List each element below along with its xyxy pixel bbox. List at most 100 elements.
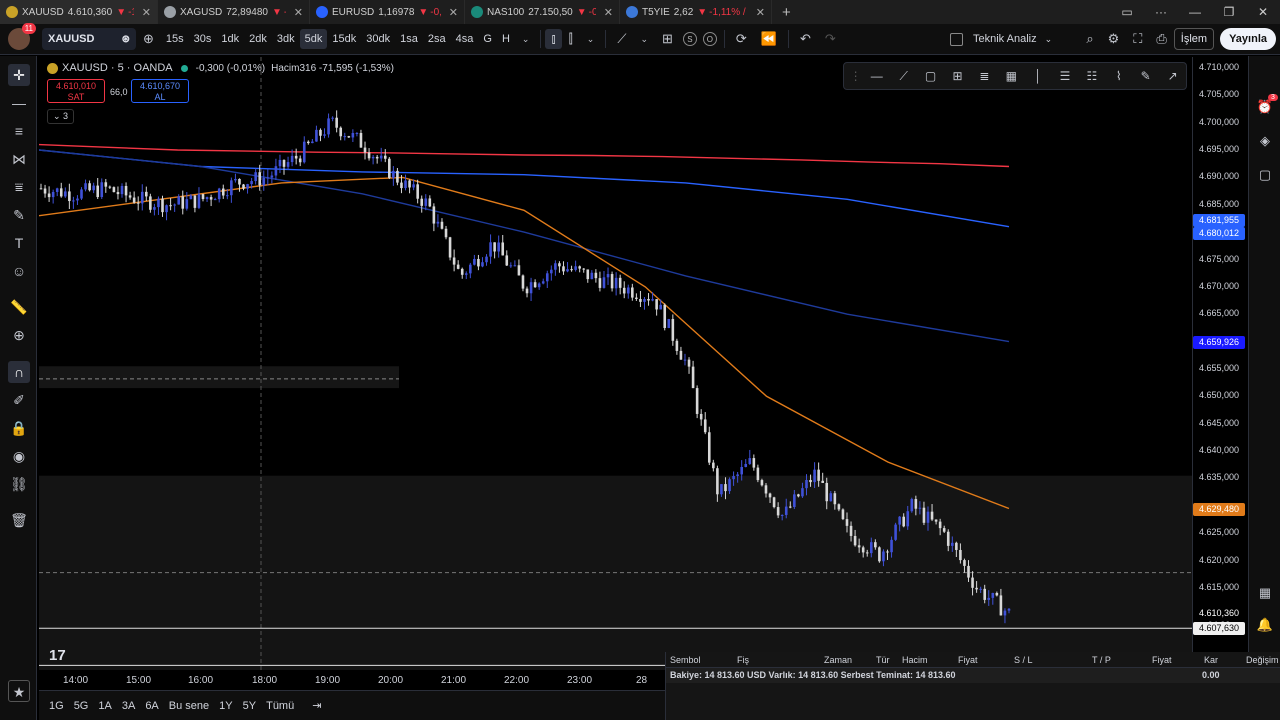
path-icon[interactable]: ⌇ [1105,69,1132,83]
chevron-down-icon[interactable]: ⌄ [633,34,655,45]
rectangle-icon[interactable]: ▢ [917,69,944,83]
browser-tab[interactable]: EURUSD1,16978▼-0,2% / ... ✕ [310,0,465,24]
interval-button[interactable]: 2dk [244,29,272,49]
tab-close-icon[interactable]: ✕ [142,6,151,19]
browser-tab[interactable]: XAUUSD4.610,360▼-1,53% ✕ [0,0,158,24]
zoom-icon[interactable]: ⊕ [8,324,30,346]
star-icon[interactable]: ★ [8,680,30,702]
search-icon[interactable]: ⌕ [1079,31,1100,47]
column-header[interactable]: Hacim [902,655,928,665]
undo-icon[interactable]: ↶ [793,31,818,47]
new-tab-button[interactable]: + [772,4,801,21]
trash-icon[interactable]: 🗑 [8,509,30,531]
text-icon[interactable]: T [8,232,30,254]
column-header[interactable]: Fiyat [958,655,978,665]
fib-icon[interactable]: ⩸ [8,176,30,198]
fib-extension-icon[interactable]: ☷ [1078,69,1105,83]
interval-button[interactable]: 1sa [395,29,423,49]
tab-close-icon[interactable]: ✕ [756,6,765,19]
browser-tab[interactable]: NAS10027.150,50▼-0,57% ✕ [465,0,620,24]
sell-button[interactable]: 4.610,010 SAT [47,79,105,103]
emoji-icon[interactable]: ☺ [8,260,30,282]
column-header[interactable]: Sembol [670,655,701,665]
alert-icon[interactable]: ⟳ [729,31,754,47]
add-symbol-icon[interactable]: ⊕ [136,31,161,47]
candle-type-icon[interactable]: ⫾ [545,29,562,49]
browser-tab[interactable]: T5YIE2,62▼-1,11% / Tekn... ✕ [620,0,772,24]
tab-close-icon[interactable]: ✕ [604,6,613,19]
layout-grid-icon[interactable]: ⊞ [655,31,680,47]
fib-retracement-icon[interactable]: ☰ [1052,69,1079,83]
grid-icon[interactable]: ▦ [998,69,1025,83]
magnet-icon[interactable]: ∩ [8,361,30,383]
range-button[interactable]: 5Y [243,700,256,712]
interval-button[interactable]: G [478,29,497,49]
interval-button[interactable]: 3dk [272,29,300,49]
column-header[interactable]: Fiyat [1152,655,1172,665]
column-header[interactable]: Tür [876,655,890,665]
fullscreen-icon[interactable]: ⛶ [1126,31,1149,47]
chart-pane[interactable]: XAUUSD · 5 · OANDA -0,300 (-0,01%) Hacim… [39,57,1192,670]
trendline-icon[interactable]: ⟋ [890,69,917,84]
avatar[interactable]: 11 [8,23,36,50]
eye-icon[interactable]: ◉ [8,445,30,467]
close-button[interactable]: ✕ [1246,5,1280,19]
chevron-down-icon[interactable]: ⌄ [580,34,602,45]
yayinla-button[interactable]: Yayınla [1220,28,1276,50]
range-button[interactable]: 6A [145,700,158,712]
column-header[interactable]: Kar [1204,655,1218,665]
range-button[interactable]: Tümü [266,700,294,712]
chevron-down-icon[interactable]: ⌄ [515,34,537,45]
crosshair-box-icon[interactable]: ⊞ [944,69,971,83]
column-header[interactable]: S / L [1014,655,1033,665]
goto-date-icon[interactable]: ⇥ [312,699,321,712]
legend-title[interactable]: XAUUSD · 5 · OANDA [62,62,173,74]
column-header[interactable]: Zaman [824,655,852,665]
panel-icon[interactable]: ▭ [1110,5,1144,19]
chevron-down-icon[interactable]: ⌄ [1045,34,1053,45]
tab-close-icon[interactable]: ✕ [294,6,303,19]
calendar-icon[interactable]: ▦ [1256,584,1274,602]
lock-icon[interactable]: 🔒 [8,417,30,439]
indicators-collapse[interactable]: ⌄ 3 [47,109,75,124]
trendline-icon[interactable]: — [8,92,30,114]
interval-button[interactable]: 15dk [327,29,361,49]
time-axis[interactable]: 14:00 15:00 16:00 18:00 19:00 20:00 21:00 22:00… [39,670,665,690]
link-icon[interactable]: ⛓ [8,473,30,495]
pattern-icon[interactable]: ⋈ [8,148,30,170]
indicators-icon[interactable]: ⟋ [610,31,633,47]
browser-tab[interactable]: XAGUSD72,89480▼-3,45% ✕ [158,0,310,24]
o-circle-icon[interactable]: O [702,32,717,46]
interval-button[interactable]: 15s [161,29,189,49]
column-header[interactable]: Fiş [737,655,749,665]
buy-button[interactable]: 4.610,670 AL [131,79,189,103]
minimize-button[interactable]: — [1178,5,1212,19]
teknik-analiz-checkbox[interactable] [950,32,963,46]
chat-icon[interactable]: ▢ [1256,166,1274,184]
tab-close-icon[interactable]: ✕ [449,6,458,19]
bell-icon[interactable]: 🔔 [1256,616,1274,634]
symbol-search[interactable]: XAUUSD ⊛ [42,28,136,50]
interval-button[interactable]: 5dk [299,29,328,49]
drag-handle-icon[interactable]: ⋮ [848,69,863,83]
arrow-icon[interactable]: ↗ [1159,69,1186,83]
brush-icon[interactable]: ✎ [8,204,30,226]
crosshair-icon[interactable]: ✛ [8,64,30,86]
price-scale[interactable]: 4.710,000 4.705,000 4.700,000 4.695,000 4.69… [1192,57,1248,673]
ruler-icon[interactable]: 📏 [8,296,30,318]
gear-icon[interactable]: ⚙ [1101,31,1127,47]
brush-icon[interactable]: ✎ [1132,69,1159,83]
teknik-analiz-toggle[interactable]: Teknik Analiz ⌄ [950,24,1052,54]
layers-icon[interactable]: ◈ [1256,132,1274,150]
camera-icon[interactable]: ⎙ [1149,31,1173,47]
range-button[interactable]: Bu sene [169,700,209,712]
interval-button[interactable]: 1dk [216,29,244,49]
range-button[interactable]: 1Y [219,700,232,712]
redo-icon[interactable]: ↷ [818,31,843,47]
vertical-line-icon[interactable]: │ [1025,69,1052,83]
replay-icon[interactable]: ⏪ [754,31,784,47]
horizontal-line-icon[interactable]: — [863,69,890,83]
horizontal-lines-icon[interactable]: ≡ [8,120,30,142]
bar-type-icon[interactable]: ⫿ [562,31,580,47]
range-button[interactable]: 1A [98,700,111,712]
